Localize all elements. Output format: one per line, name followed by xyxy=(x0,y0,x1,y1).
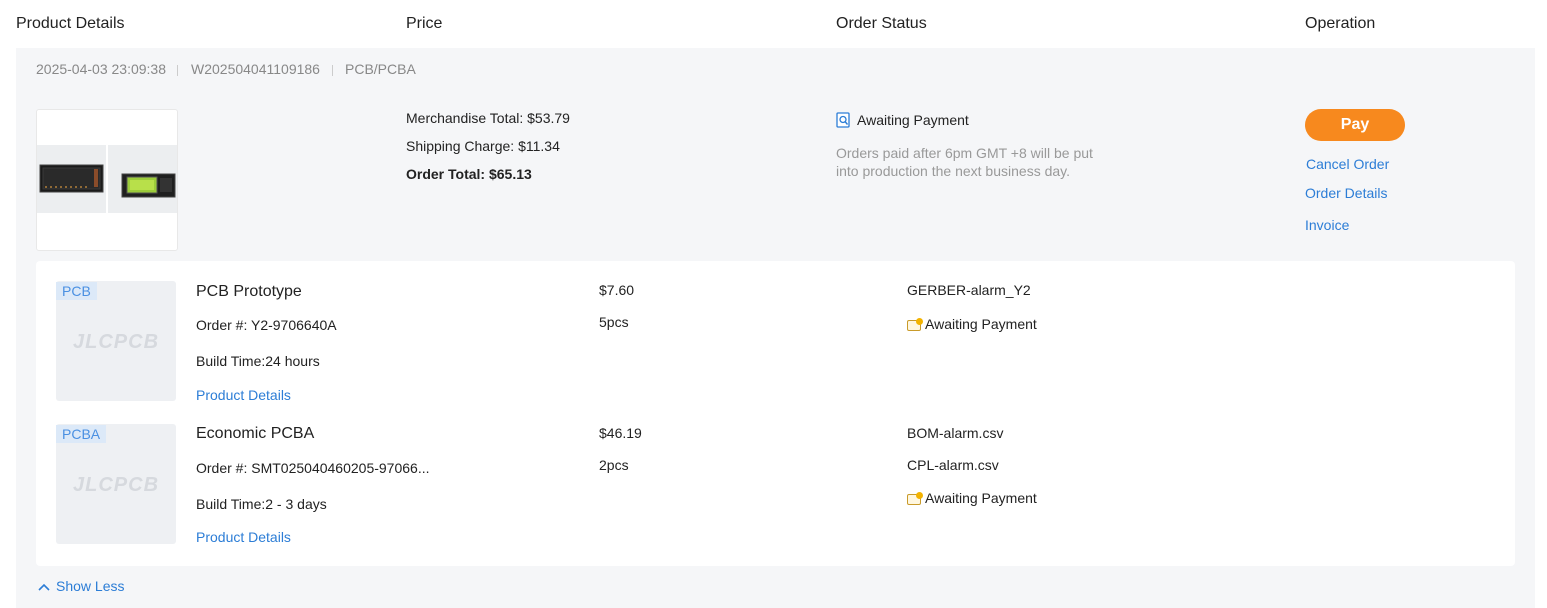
pending-payment-icon xyxy=(907,492,923,505)
item-order-number: Order #: SMT025040460205-97066... xyxy=(196,460,430,476)
header-product-details: Product Details xyxy=(16,15,125,32)
item-status: Awaiting Payment xyxy=(925,316,1037,332)
order-date: 2025-04-03 23:09:38 xyxy=(36,61,166,77)
meta-divider xyxy=(177,65,178,76)
order-details-link[interactable]: Order Details xyxy=(1305,185,1387,201)
invoice-link[interactable]: Invoice xyxy=(1305,217,1349,233)
order-id: W202504041109186 xyxy=(191,61,320,77)
item-product-details-link[interactable]: Product Details xyxy=(196,387,291,403)
item-title: Economic PCBA xyxy=(196,425,315,442)
item-build-time: Build Time:24 hours xyxy=(196,353,320,369)
item-file[interactable]: GERBER-alarm_Y2 xyxy=(907,282,1031,298)
pending-payment-icon xyxy=(907,318,923,331)
header-order-status: Order Status xyxy=(836,15,927,32)
production-note: Orders paid after 6pm GMT +8 will be put… xyxy=(836,145,1093,179)
item-quantity: 5pcs xyxy=(599,314,629,330)
item-quantity: 2pcs xyxy=(599,457,629,473)
jlcpcb-logo: JLCPCB xyxy=(73,331,160,353)
merchandise-total: Merchandise Total: $53.79 xyxy=(406,110,570,126)
item-price: $46.19 xyxy=(599,425,642,441)
item-price: $7.60 xyxy=(599,282,635,298)
item-type-tag: PCBA xyxy=(56,425,107,443)
pcba-board-image xyxy=(108,145,177,213)
cancel-order-link[interactable]: Cancel Order xyxy=(1306,156,1389,172)
jlcpcb-logo: JLCPCB xyxy=(73,474,160,496)
show-less-toggle[interactable]: Show Less xyxy=(56,578,124,594)
header-price: Price xyxy=(406,15,443,32)
item-order-number: Order #: Y2-9706640A xyxy=(196,317,337,333)
item-build-time: Build Time:2 - 3 days xyxy=(196,496,327,512)
pay-button[interactable]: Pay xyxy=(1305,109,1405,141)
item-title: PCB Prototype xyxy=(196,283,302,300)
order-category: PCB/PCBA xyxy=(345,61,416,77)
item-product-details-link[interactable]: Product Details xyxy=(196,529,291,545)
item-status: Awaiting Payment xyxy=(925,490,1037,506)
shipping-charge: Shipping Charge: $11.34 xyxy=(406,138,560,154)
header-operation: Operation xyxy=(1305,15,1376,32)
pcb-board-image xyxy=(37,145,106,213)
item-file[interactable]: BOM-alarm.csv xyxy=(907,425,1003,441)
item-type-tag: PCB xyxy=(56,282,97,300)
payment-search-icon xyxy=(836,112,850,128)
chevron-up-icon[interactable] xyxy=(38,579,50,591)
meta-divider xyxy=(332,65,333,76)
order-status: Awaiting Payment xyxy=(857,112,969,128)
order-items-list xyxy=(36,261,1515,566)
item-file[interactable]: CPL-alarm.csv xyxy=(907,457,999,473)
order-total: Order Total: $65.13 xyxy=(406,166,532,182)
